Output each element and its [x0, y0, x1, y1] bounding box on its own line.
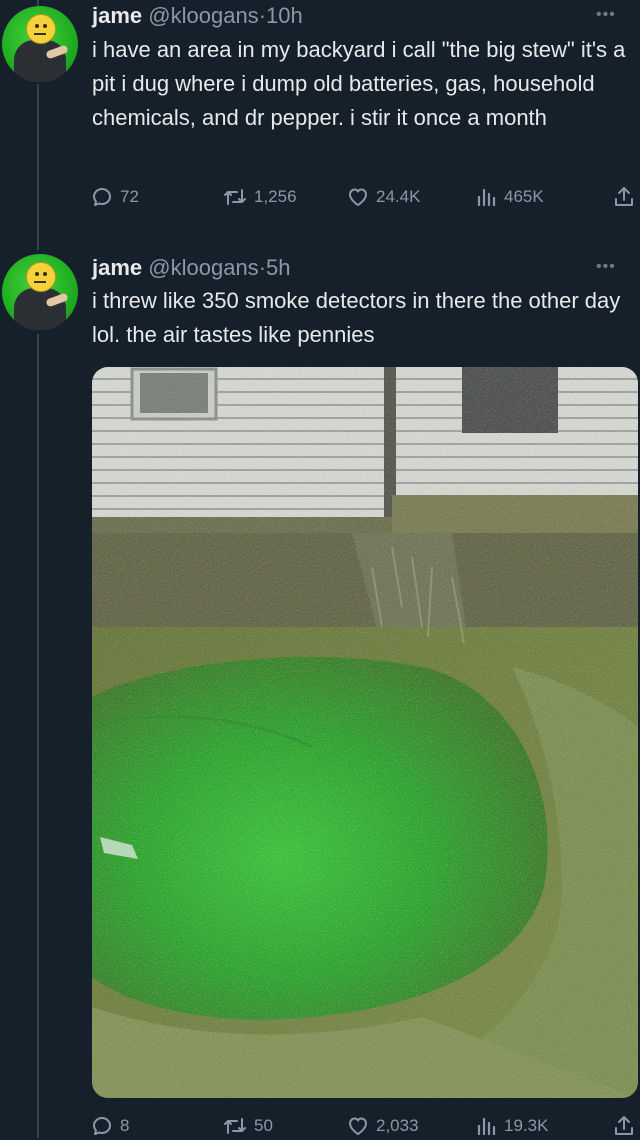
reply-icon: [90, 185, 114, 209]
retweet-count: 50: [254, 1116, 273, 1135]
author-handle[interactable]: @kloogans: [148, 255, 258, 280]
backyard-pit-photo: [92, 367, 638, 1098]
tweet-header: jame @kloogans·10h: [92, 2, 303, 30]
retweet-button[interactable]: 50: [222, 1112, 273, 1140]
share-button[interactable]: [612, 1112, 636, 1140]
reply-button[interactable]: 8: [90, 1112, 129, 1140]
author-handle[interactable]: @kloogans: [148, 3, 258, 28]
more-dots-icon[interactable]: •••: [596, 6, 616, 24]
views-button[interactable]: 465K: [474, 183, 544, 211]
retweet-icon: [222, 1114, 248, 1138]
more-dots-icon[interactable]: •••: [596, 258, 616, 276]
action-bar: 8 50 2,033 19.3K: [90, 1112, 636, 1140]
tweet-text: i threw like 350 smoke detectors in ther…: [92, 288, 621, 347]
reply-button[interactable]: 72: [90, 183, 139, 211]
reply-count: 8: [120, 1116, 130, 1135]
author-name[interactable]: jame: [92, 255, 142, 280]
share-button[interactable]: [612, 183, 636, 211]
tweet-photo[interactable]: [92, 367, 638, 1098]
views-count: 19.3K: [504, 1116, 549, 1135]
avatar[interactable]: [2, 254, 78, 330]
like-button[interactable]: 24.4K: [346, 183, 420, 211]
views-count: 465K: [504, 187, 544, 206]
thread-line: [37, 84, 39, 250]
separator-dot: ·: [258, 255, 267, 280]
author-name[interactable]: jame: [92, 3, 142, 28]
timestamp[interactable]: 10h: [266, 3, 303, 28]
avatar[interactable]: [2, 6, 78, 82]
reply-icon: [90, 1114, 114, 1138]
like-icon: [346, 185, 370, 209]
action-bar: 72 1,256 24.4K 465K: [90, 183, 636, 211]
like-icon: [346, 1114, 370, 1138]
share-icon: [612, 185, 636, 209]
share-icon: [612, 1114, 636, 1138]
like-button[interactable]: 2,033: [346, 1112, 419, 1140]
views-icon: [474, 1114, 498, 1138]
retweet-icon: [222, 185, 248, 209]
reply-count: 72: [120, 187, 139, 206]
views-icon: [474, 185, 498, 209]
like-count: 24.4K: [376, 187, 421, 206]
thread-line-bottom: [37, 334, 39, 1138]
views-button[interactable]: 19.3K: [474, 1112, 548, 1140]
timestamp[interactable]: 5h: [266, 255, 290, 280]
like-count: 2,033: [376, 1116, 419, 1135]
retweet-button[interactable]: 1,256: [222, 183, 297, 211]
tweet-header: jame @kloogans·5h: [92, 254, 291, 282]
tweet-text: i have an area in my backyard i call "th…: [92, 37, 626, 130]
retweet-count: 1,256: [254, 187, 297, 206]
separator-dot: ·: [258, 3, 267, 28]
